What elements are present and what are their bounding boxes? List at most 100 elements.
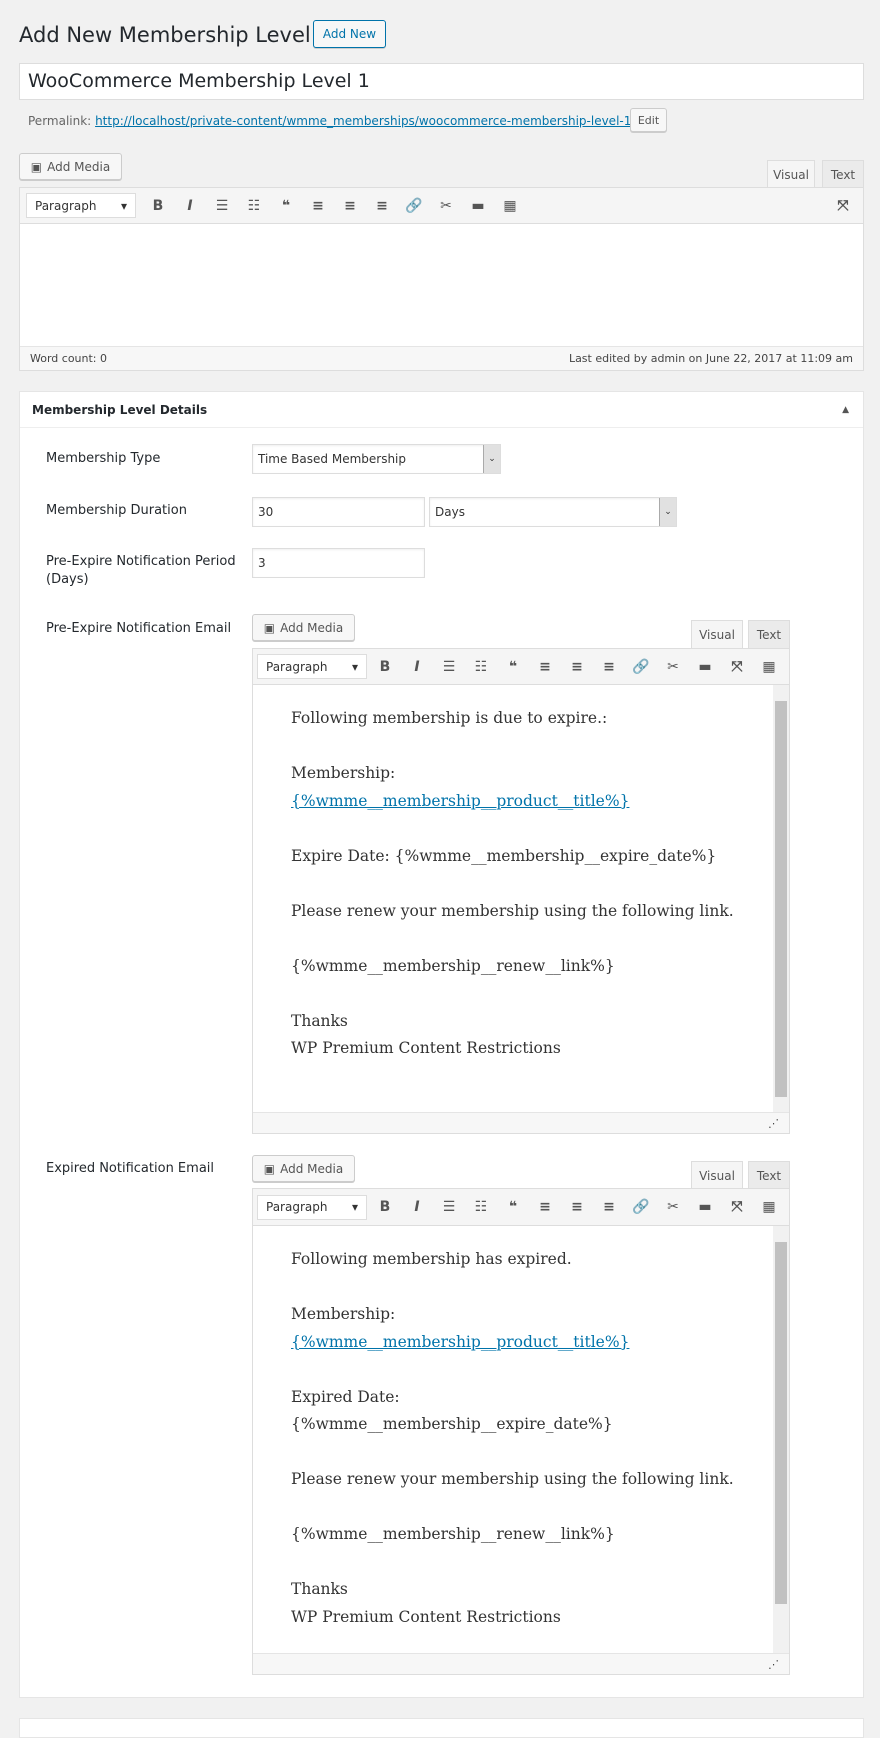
read-more-icon[interactable]: ▬: [689, 1199, 721, 1215]
duration-input[interactable]: 30: [252, 497, 425, 527]
fullscreen-icon[interactable]: ⤧: [721, 659, 753, 675]
resize-handle-icon[interactable]: ⋰: [768, 1658, 779, 1671]
align-left-icon[interactable]: ≡: [529, 659, 561, 675]
content-paragraph: {%wmme__membership__renew__link%}: [291, 1525, 615, 1543]
numbered-list-icon[interactable]: ☷: [465, 659, 497, 675]
blockquote-icon[interactable]: ❝: [497, 659, 529, 675]
read-more-icon[interactable]: ▬: [462, 198, 494, 214]
format-select[interactable]: Paragraph ▾: [257, 654, 367, 679]
content-paragraph: Expire Date: {%wmme__membership__expire_…: [291, 846, 717, 865]
toolbar-toggle-icon[interactable]: ▦: [494, 198, 526, 214]
membership-duration-label: Membership Duration: [46, 503, 187, 518]
fullscreen-icon[interactable]: ⤧: [827, 198, 859, 214]
membership-type-select[interactable]: Time Based Membership ⌄: [252, 444, 501, 474]
content-link[interactable]: {%wmme__membership__product__title%}: [291, 792, 629, 810]
collapse-arrow-icon[interactable]: ▲: [842, 405, 849, 415]
pre-expire-period-input[interactable]: 3: [252, 548, 425, 578]
content-text: WP Premium Content Restrictions: [291, 1607, 561, 1626]
permalink-label: Permalink:: [28, 114, 92, 128]
editor-toolbar: Paragraph ▾ B I ☰ ☷ ❝ ≡ ≡ ≡ 🔗 ✂ ▬ ⤧ ▦: [253, 1189, 789, 1226]
fullscreen-icon[interactable]: ⤧: [721, 1199, 753, 1215]
chevron-down-icon: ⌄: [483, 445, 500, 473]
align-left-icon[interactable]: ≡: [302, 198, 334, 214]
membership-type-value: Time Based Membership: [258, 452, 407, 466]
blockquote-icon[interactable]: ❝: [497, 1199, 529, 1215]
bold-icon[interactable]: B: [369, 1199, 401, 1215]
align-right-icon[interactable]: ≡: [593, 1199, 625, 1215]
bullet-list-icon[interactable]: ☰: [433, 1199, 465, 1215]
scrollbar[interactable]: [773, 685, 789, 1113]
unlink-icon[interactable]: ✂: [657, 659, 689, 675]
editor-toolbar: Paragraph ▾ B I ☰ ☷ ❝ ≡ ≡ ≡ 🔗 ✂ ▬ ⤧ ▦: [253, 649, 789, 685]
duration-unit-value: Days: [435, 505, 465, 519]
tab-visual[interactable]: Visual: [767, 160, 815, 188]
email-content[interactable]: Following membership is due to expire.: …: [253, 685, 773, 1113]
link-icon[interactable]: 🔗: [625, 1199, 657, 1215]
link-icon[interactable]: 🔗: [625, 659, 657, 675]
box-title: Membership Level Details: [32, 402, 208, 417]
tab-visual[interactable]: Visual: [691, 620, 743, 649]
format-select[interactable]: Paragraph ▾: [257, 1194, 367, 1220]
editor-status-bar: Word count: 0 Last edited by admin on Jun…: [20, 346, 863, 370]
align-center-icon[interactable]: ≡: [334, 198, 366, 214]
pre-expire-period-label: Pre-Expire Notification Period (Days): [46, 554, 236, 587]
last-edited: Last edited by admin on June 22, 2017 at…: [568, 352, 853, 365]
toolbar-toggle-icon[interactable]: ▦: [753, 659, 785, 675]
resize-handle-icon[interactable]: ⋰: [768, 1117, 779, 1130]
add-media-label: Add Media: [280, 620, 344, 635]
pre-expire-email-editor[interactable]: Paragraph ▾ B I ☰ ☷ ❝ ≡ ≡ ≡ 🔗 ✂ ▬ ⤧ ▦ Following membe…: [252, 648, 790, 1134]
italic-icon[interactable]: I: [401, 659, 433, 675]
unlink-icon[interactable]: ✂: [657, 1199, 689, 1215]
numbered-list-icon[interactable]: ☷: [465, 1199, 497, 1215]
main-editor: Paragraph ▾ B I ☰ ☷ ❝ ≡ ≡ ≡ 🔗 ✂ ▬ ▦ ⤧ Word count: 0L…: [19, 187, 864, 371]
scrollbar[interactable]: [773, 1226, 789, 1654]
tab-text[interactable]: Text: [748, 620, 790, 649]
read-more-icon[interactable]: ▬: [689, 659, 721, 675]
dropdown-arrow-icon: ▾: [351, 659, 358, 674]
edit-permalink-button[interactable]: Edit: [630, 108, 667, 132]
format-select[interactable]: Paragraph ▾: [26, 193, 136, 218]
resize-bar: ⋰: [253, 1112, 789, 1133]
duration-unit-select[interactable]: Days ⌄: [429, 497, 677, 527]
bold-icon[interactable]: B: [142, 198, 174, 214]
add-new-button[interactable]: Add New: [313, 20, 386, 48]
box-header[interactable]: Membership Level Details ▲: [20, 392, 863, 428]
link-icon[interactable]: 🔗: [398, 198, 430, 214]
align-center-icon[interactable]: ≡: [561, 659, 593, 675]
page-title: Add New Membership Level: [19, 23, 311, 47]
italic-icon[interactable]: I: [174, 198, 206, 214]
title-input[interactable]: WooCommerce Membership Level 1: [19, 63, 864, 100]
scrollbar-thumb[interactable]: [775, 1242, 787, 1604]
numbered-list-icon[interactable]: ☷: [238, 198, 270, 214]
tab-visual[interactable]: Visual: [691, 1161, 743, 1189]
add-media-button[interactable]: ▣ Add Media: [252, 1155, 355, 1182]
content-paragraph: Following membership has expired.: [291, 1250, 572, 1268]
content-paragraph: Thanks WP Premium Content Restrictions: [291, 1576, 743, 1631]
content-text: Expired Date:: [291, 1387, 400, 1406]
content-paragraph: Please renew your membership using the f…: [291, 901, 734, 920]
add-media-label: Add Media: [280, 1161, 344, 1176]
tab-text[interactable]: Text: [822, 160, 864, 188]
tab-text[interactable]: Text: [748, 1161, 790, 1189]
italic-icon[interactable]: I: [401, 1199, 433, 1215]
permalink: Permalink: http://localhost/private-cont…: [28, 111, 635, 131]
bullet-list-icon[interactable]: ☰: [206, 198, 238, 214]
blockquote-icon[interactable]: ❝: [270, 198, 302, 214]
permalink-link[interactable]: http://localhost/private-content/wmme_me…: [95, 114, 635, 128]
align-center-icon[interactable]: ≡: [561, 1199, 593, 1215]
expired-email-editor[interactable]: Paragraph ▾ B I ☰ ☷ ❝ ≡ ≡ ≡ 🔗 ✂ ▬ ⤧ ▦ Following membe…: [252, 1188, 790, 1675]
add-media-button[interactable]: ▣ Add Media: [19, 153, 122, 180]
align-right-icon[interactable]: ≡: [366, 198, 398, 214]
align-left-icon[interactable]: ≡: [529, 1199, 561, 1215]
email-content[interactable]: Following membership has expired. Member…: [253, 1226, 773, 1654]
content-link[interactable]: {%wmme__membership__product__title%}: [291, 1333, 629, 1351]
align-right-icon[interactable]: ≡: [593, 659, 625, 675]
scrollbar-thumb[interactable]: [775, 701, 787, 1097]
bold-icon[interactable]: B: [369, 659, 401, 675]
toolbar-toggle-icon[interactable]: ▦: [753, 1199, 785, 1215]
expired-email-label: Expired Notification Email: [46, 1161, 215, 1176]
unlink-icon[interactable]: ✂: [430, 198, 462, 214]
dropdown-arrow-icon: ▾: [351, 1200, 358, 1214]
bullet-list-icon[interactable]: ☰: [433, 659, 465, 675]
add-media-button[interactable]: ▣ Add Media: [252, 614, 355, 641]
